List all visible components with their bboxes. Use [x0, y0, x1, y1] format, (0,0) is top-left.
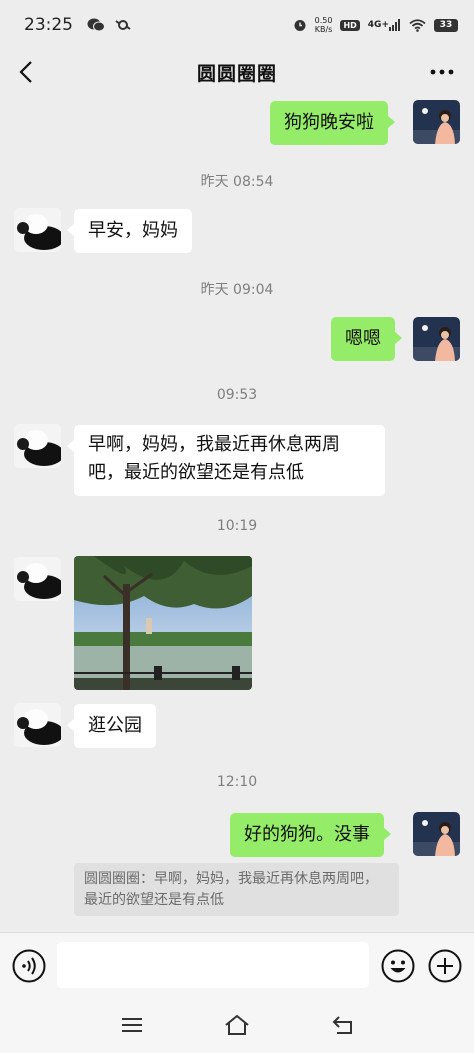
hd-badge: HD	[340, 19, 360, 31]
back-arrow-icon[interactable]	[10, 56, 42, 88]
message-list[interactable]: 狗狗晚安啦 昨天 08:54 早安，妈妈 昨天 09:04 嗯嗯 09:53 早…	[0, 94, 474, 932]
message-bubble-outgoing[interactable]: 好的狗狗。没事	[230, 813, 391, 857]
message-timestamp: 10:19	[216, 518, 258, 534]
status-bar: 23:25 0.50 KB/s HD 4G+ 33	[0, 0, 474, 50]
network-speed: 0.50 KB/s	[315, 16, 333, 34]
message-timestamp: 昨天 08:54	[200, 174, 274, 190]
wechat-notification-icon	[87, 18, 105, 32]
voice-icon[interactable]	[12, 949, 46, 983]
message-timestamp: 09:53	[216, 387, 258, 403]
message-text: 狗狗晚安啦	[284, 112, 374, 133]
my-avatar[interactable]	[413, 812, 460, 856]
battery-indicator: 33	[434, 18, 458, 32]
more-icon[interactable]	[424, 56, 460, 88]
message-input[interactable]	[57, 942, 369, 988]
message-text: 嗯嗯	[345, 328, 381, 349]
quoted-text: 圆圆圈圈：早啊，妈妈，我最近再休息两周吧，最近的欲望还是有点低	[84, 871, 378, 908]
input-bar	[0, 932, 474, 996]
plus-icon[interactable]	[428, 949, 462, 983]
menu-icon[interactable]	[117, 1010, 147, 1040]
image-message[interactable]	[74, 556, 252, 690]
back-icon[interactable]	[328, 1010, 358, 1040]
net-speed-unit: KB/s	[314, 25, 333, 34]
contact-avatar[interactable]	[14, 208, 61, 252]
message-bubble-incoming[interactable]: 早啊，妈妈，我最近再休息两周吧，最近的欲望还是有点低	[67, 425, 385, 496]
chat-header: 圆圆圈圈	[0, 50, 474, 94]
chat-title: 圆圆圈圈	[196, 62, 277, 85]
alarm-icon	[293, 18, 307, 32]
message-text: 早啊，妈妈，我最近再休息两周吧，最近的欲望还是有点低	[88, 434, 340, 483]
emoji-icon[interactable]	[381, 949, 415, 983]
message-bubble-incoming[interactable]: 早安，妈妈	[67, 209, 192, 253]
network-activity-icon	[115, 18, 131, 32]
wifi-icon	[409, 18, 426, 32]
message-timestamp: 12:10	[216, 774, 258, 790]
my-avatar[interactable]	[413, 317, 460, 361]
home-icon[interactable]	[222, 1010, 252, 1040]
cellular-signal-icon: 4G+	[368, 19, 401, 31]
park-photo	[74, 556, 252, 690]
system-nav-bar	[0, 996, 474, 1053]
net-speed-value: 0.50	[314, 16, 333, 25]
message-bubble-incoming[interactable]: 逛公园	[67, 704, 156, 748]
contact-avatar[interactable]	[14, 703, 61, 747]
status-time: 23:25	[24, 15, 73, 35]
contact-avatar[interactable]	[14, 557, 61, 601]
message-text: 逛公园	[88, 715, 142, 736]
message-bubble-outgoing[interactable]: 嗯嗯	[331, 317, 402, 361]
message-timestamp: 昨天 09:04	[200, 282, 274, 298]
message-text: 早安，妈妈	[88, 220, 178, 241]
message-bubble-outgoing[interactable]: 狗狗晚安啦	[270, 101, 395, 145]
signal-label: 4G+	[367, 20, 389, 30]
my-avatar[interactable]	[413, 100, 460, 144]
contact-avatar[interactable]	[14, 424, 61, 468]
message-text: 好的狗狗。没事	[244, 824, 370, 845]
quoted-message[interactable]: 圆圆圈圈：早啊，妈妈，我最近再休息两周吧，最近的欲望还是有点低	[74, 863, 399, 916]
